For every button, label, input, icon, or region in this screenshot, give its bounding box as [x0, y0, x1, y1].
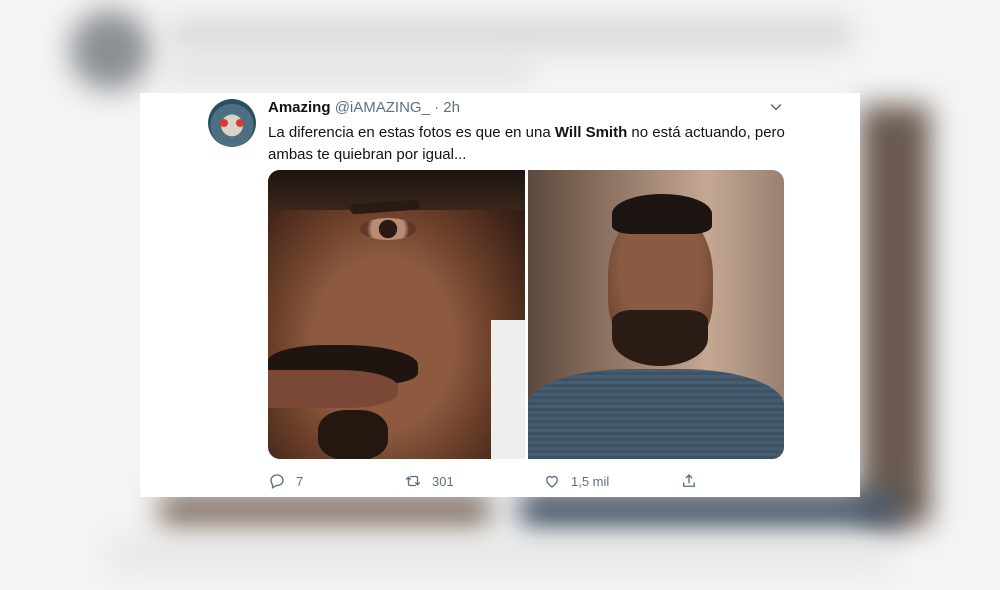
tweet-media: [268, 170, 784, 459]
photo-man-interview[interactable]: [527, 170, 784, 459]
heart-icon: [546, 475, 558, 488]
reply-button[interactable]: 7: [268, 470, 303, 492]
timestamp[interactable]: 2h: [443, 99, 460, 116]
retweet-icon: [405, 475, 421, 487]
handle[interactable]: @iAMAZING_: [335, 99, 430, 116]
tweet-text-bold: Will Smith: [554, 124, 628, 141]
avatar[interactable]: [208, 99, 256, 147]
tweet-card: Amazing @iAMAZING_ · 2h La diferencia en…: [140, 93, 860, 497]
separator: ·: [434, 99, 440, 116]
tweet-actions: 7 301 1,5 mil: [268, 470, 828, 492]
tweet-text: La diferencia en estas fotos es que en u…: [268, 122, 788, 166]
tweet-header: Amazing @iAMAZING_ · 2h: [268, 99, 460, 117]
tweet-text-start: La diferencia en estas fotos es que en u…: [268, 124, 555, 141]
like-button[interactable]: 1,5 mil: [543, 470, 609, 492]
chevron-down-icon[interactable]: [766, 99, 786, 119]
like-count: 1,5 mil: [571, 473, 610, 489]
display-name[interactable]: Amazing: [268, 99, 331, 116]
retweet-count: 301: [432, 473, 454, 489]
photo-closeup-face[interactable]: [268, 170, 525, 459]
retweet-button[interactable]: 301: [404, 470, 454, 492]
reply-icon: [270, 474, 284, 489]
share-icon: [683, 474, 695, 487]
reply-count: 7: [296, 473, 304, 489]
share-button[interactable]: [680, 470, 698, 492]
